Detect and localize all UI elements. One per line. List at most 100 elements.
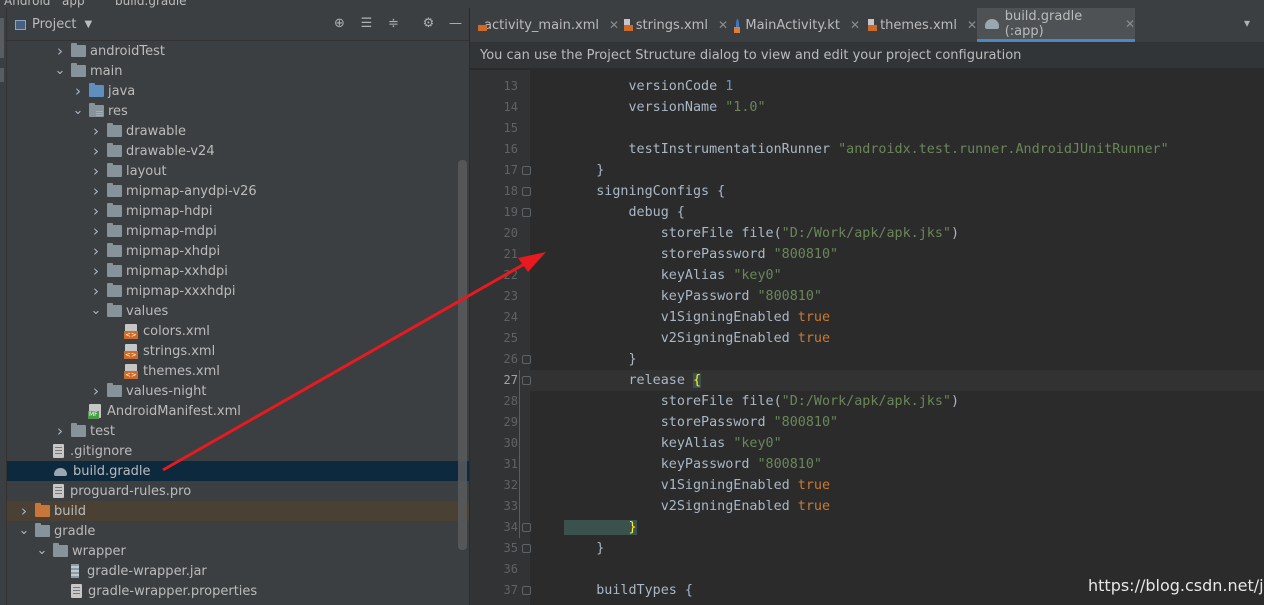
gear-icon[interactable]: ⚙	[421, 16, 436, 31]
chevron-right-icon[interactable]: ›	[53, 422, 67, 440]
target-icon[interactable]: ⊕	[332, 16, 347, 31]
tree-item[interactable]: ⌄ values	[7, 301, 469, 321]
editor-tab[interactable]: MainActivity.kt ✕	[728, 8, 860, 42]
chevron-right-icon[interactable]: ›	[53, 42, 67, 60]
chevron-right-icon[interactable]: ›	[89, 142, 103, 160]
code-line[interactable]: }	[564, 160, 604, 181]
code-line[interactable]: release {	[564, 370, 702, 391]
chevron-right-icon[interactable]: ›	[89, 262, 103, 280]
tree-item[interactable]: › mipmap-xhdpi	[7, 241, 469, 261]
code-line[interactable]: storeFile file("D:/Work/apk/apk.jks")	[564, 223, 959, 244]
code-line[interactable]: debug {	[564, 202, 684, 223]
chevron-right-icon[interactable]: ›	[89, 182, 103, 200]
fold-marker-icon[interactable]	[522, 187, 531, 196]
fold-marker-icon[interactable]	[522, 208, 531, 217]
tree-item[interactable]: › java	[7, 81, 469, 101]
breadcrumb-android[interactable]: Android	[4, 0, 50, 8]
fold-marker-icon[interactable]	[522, 355, 531, 364]
tree-item[interactable]: › build	[7, 501, 469, 521]
code-line[interactable]: keyPassword "800810"	[564, 454, 822, 475]
tree-item[interactable]: › mipmap-xxxhdpi	[7, 281, 469, 301]
tree-item[interactable]: ›gradle-wrapper.jar	[7, 561, 469, 581]
tree-item[interactable]: ⌄ res	[7, 101, 469, 121]
tree-item[interactable]: › mipmap-mdpi	[7, 221, 469, 241]
tree-item[interactable]: ›themes.xml	[7, 361, 469, 381]
project-view-selector[interactable]: Project ▼	[15, 17, 92, 32]
tree-item[interactable]: ›build.gradle	[7, 461, 469, 481]
tree-item[interactable]: › drawable-v24	[7, 141, 469, 161]
code-line[interactable]: v2SigningEnabled true	[564, 496, 830, 517]
code-line[interactable]: storePassword "800810"	[564, 244, 838, 265]
fold-marker-icon[interactable]	[522, 376, 531, 385]
close-tab-icon[interactable]: ✕	[967, 18, 977, 32]
chevron-right-icon[interactable]: ›	[89, 382, 103, 400]
fold-marker-icon[interactable]	[522, 523, 531, 532]
tree-item[interactable]: ›proguard-rules.pro	[7, 481, 469, 501]
tree-item[interactable]: › values-night	[7, 381, 469, 401]
code-line[interactable]: v1SigningEnabled true	[564, 475, 830, 496]
code-line[interactable]: v2SigningEnabled true	[564, 328, 830, 349]
chevron-right-icon[interactable]: ›	[17, 502, 31, 520]
code-line[interactable]: keyPassword "800810"	[564, 286, 822, 307]
code-line[interactable]: versionName "1.0"	[564, 97, 765, 118]
tabs-overflow-icon[interactable]: ▾	[1244, 16, 1250, 30]
code-line[interactable]: versionCode 1	[564, 76, 733, 97]
tree-scrollbar[interactable]	[458, 160, 467, 550]
chevron-right-icon[interactable]: ›	[89, 282, 103, 300]
tree-item[interactable]: ›AndroidManifest.xml	[7, 401, 469, 421]
editor-tab[interactable]: themes.xml ✕	[860, 8, 977, 42]
editor-tab[interactable]: activity_main.xml ✕	[470, 8, 619, 42]
tree-item[interactable]: › mipmap-xxhdpi	[7, 261, 469, 281]
editor-tab[interactable]: build.gradle (:app) ✕	[977, 8, 1135, 42]
fold-marker-icon[interactable]	[522, 166, 531, 175]
code-line[interactable]: v1SigningEnabled true	[564, 307, 830, 328]
code-line[interactable]: }	[564, 349, 636, 370]
tree-item[interactable]: › test	[7, 421, 469, 441]
code-line[interactable]: }	[564, 517, 637, 538]
chevron-right-icon[interactable]: ›	[71, 82, 85, 100]
tree-item[interactable]: ⌄ wrapper	[7, 541, 469, 561]
code-line[interactable]: signingConfigs {	[564, 181, 725, 202]
code-line[interactable]: release {	[564, 601, 701, 605]
chevron-right-icon[interactable]: ›	[89, 202, 103, 220]
chevron-down-icon[interactable]: ⌄	[71, 104, 85, 117]
code-line[interactable]: }	[564, 538, 604, 559]
code-line[interactable]: keyAlias "key0"	[564, 265, 782, 286]
tree-item[interactable]: › drawable	[7, 121, 469, 141]
code-line[interactable]: storeFile file("D:/Work/apk/apk.jks")	[564, 391, 959, 412]
expand-all-icon[interactable]: ☰	[359, 16, 374, 31]
collapse-all-icon[interactable]: ≑	[386, 16, 401, 31]
tree-item[interactable]: ›gradle-wrapper.properties	[7, 581, 469, 601]
chevron-down-icon[interactable]: ⌄	[17, 524, 31, 537]
tool-window-button[interactable]	[0, 68, 4, 82]
tree-item[interactable]: ⌄ main	[7, 61, 469, 81]
tree-item[interactable]: › layout	[7, 161, 469, 181]
chevron-right-icon[interactable]: ›	[89, 242, 103, 260]
close-tab-icon[interactable]: ✕	[718, 18, 728, 32]
chevron-right-icon[interactable]: ›	[89, 222, 103, 240]
code-line[interactable]: buildTypes {	[564, 580, 693, 601]
chevron-right-icon[interactable]: ›	[89, 122, 103, 140]
code-line[interactable]: keyAlias "key0"	[564, 433, 782, 454]
tree-item[interactable]: › androidTest	[7, 41, 469, 61]
chevron-down-icon[interactable]: ⌄	[35, 544, 49, 557]
tree-item[interactable]: › mipmap-hdpi	[7, 201, 469, 221]
fold-marker-icon[interactable]	[522, 586, 531, 595]
tree-item[interactable]: ›colors.xml	[7, 321, 469, 341]
fold-marker-icon[interactable]	[522, 544, 531, 553]
chevron-down-icon[interactable]: ⌄	[53, 64, 67, 77]
chevron-down-icon[interactable]: ⌄	[89, 304, 103, 317]
breadcrumb-app[interactable]: app	[62, 0, 85, 8]
tree-item[interactable]: › mipmap-anydpi-v26	[7, 181, 469, 201]
tree-item[interactable]: ›.gitignore	[7, 441, 469, 461]
code-line[interactable]: storePassword "800810"	[564, 412, 838, 433]
minimize-icon[interactable]: —	[448, 16, 463, 31]
chevron-right-icon[interactable]: ›	[89, 162, 103, 180]
breadcrumb-file[interactable]: build.gradle	[115, 0, 187, 8]
code-line[interactable]: testInstrumentationRunner "androidx.test…	[564, 139, 1168, 160]
editor-tab[interactable]: strings.xml ✕	[616, 8, 728, 42]
tree-item[interactable]: ›strings.xml	[7, 341, 469, 361]
tree-item[interactable]: ⌄ gradle	[7, 521, 469, 541]
close-tab-icon[interactable]: ✕	[1125, 17, 1135, 31]
close-tab-icon[interactable]: ✕	[850, 18, 860, 32]
